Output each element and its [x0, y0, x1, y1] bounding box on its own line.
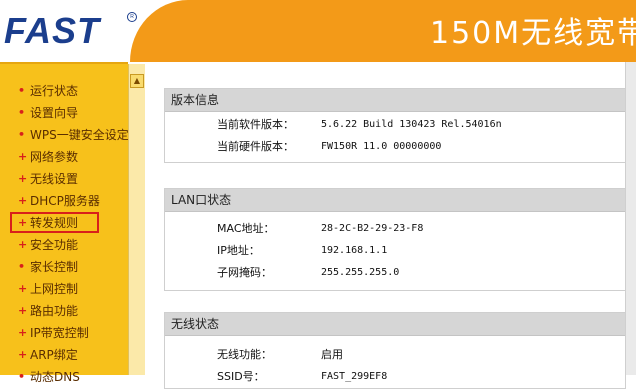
header: FAST R 150M无线宽带路由器 — [0, 0, 636, 62]
row-label: IP地址： — [217, 244, 260, 257]
bullet-icon: • — [18, 84, 26, 97]
plus-icon: + — [18, 216, 28, 229]
sidebar-item-network[interactable]: + 网络参数 — [0, 146, 128, 168]
sidebar-item-label: 设置向导 — [30, 106, 79, 120]
row-label: 当前硬件版本： — [217, 140, 294, 153]
wireless-function-row: 无线功能： 启用 — [165, 344, 625, 366]
bullet-icon: • — [18, 370, 26, 383]
sidebar-item-routing[interactable]: + 路由功能 — [0, 300, 128, 322]
main-content: 版本信息 当前软件版本： 5.6.22 Build 130423 Rel.540… — [146, 62, 636, 389]
row-label: MAC地址： — [217, 222, 275, 235]
subnet-row: 子网掩码： 255.255.255.0 — [165, 262, 625, 284]
bullet-icon: • — [18, 128, 26, 141]
ip-row: IP地址： 192.168.1.1 — [165, 240, 625, 262]
sidebar-item-wps[interactable]: • WPS一键安全设定 — [0, 124, 129, 146]
ssid-row: SSID号： FAST_299EF8 — [165, 366, 625, 388]
sidebar-item-wizard[interactable]: • 设置向导 — [0, 102, 128, 124]
sidebar-item-dhcp[interactable]: + DHCP服务器 — [0, 190, 128, 212]
banner-title: 150M无线宽带路由器 — [430, 16, 636, 51]
sidebar-item-label: IP带宽控制 — [30, 326, 89, 340]
sidebar-item-ddns[interactable]: • 动态DNS — [0, 366, 128, 388]
lan-panel: LAN口状态 MAC地址： 28-2C-B2-29-23-F8 IP地址： 19… — [164, 188, 626, 291]
ssid-value: FAST_299EF8 — [321, 371, 388, 382]
main-scrollbar[interactable] — [625, 62, 636, 375]
sidebar-item-label: 无线设置 — [30, 172, 79, 186]
sidebar-item-bandwidth[interactable]: + IP带宽控制 — [0, 322, 128, 344]
row-label: 子网掩码： — [217, 266, 272, 279]
plus-icon: + — [18, 238, 28, 251]
sidebar-item-label: 运行状态 — [30, 84, 79, 98]
sidebar-item-label: ARP绑定 — [30, 348, 78, 362]
wireless-panel: 无线状态 无线功能： 启用 SSID号： FAST_299EF8 — [164, 312, 626, 389]
sidebar-item-label: WPS一键安全设定 — [30, 128, 129, 142]
sidebar-item-label: 路由功能 — [30, 304, 79, 318]
row-label: SSID号： — [217, 370, 265, 383]
sidebar-item-label: DHCP服务器 — [30, 194, 100, 208]
plus-icon: + — [18, 150, 28, 163]
scroll-up-arrow-icon[interactable]: ▲ — [130, 74, 144, 88]
plus-icon: + — [18, 304, 28, 317]
sidebar-item-forwarding[interactable]: + 转发规则 — [0, 212, 128, 234]
sidebar-scrollbar[interactable]: ▲ — [128, 64, 145, 375]
plus-icon: + — [18, 348, 28, 361]
subnet-value: 255.255.255.0 — [321, 267, 400, 278]
sidebar-item-label: 动态DNS — [30, 370, 80, 384]
bullet-icon: • — [18, 260, 26, 273]
plus-icon: + — [18, 326, 28, 339]
ip-value: 192.168.1.1 — [321, 245, 388, 256]
sidebar-item-status[interactable]: • 运行状态 — [0, 80, 128, 102]
sidebar-item-label: 家长控制 — [30, 260, 79, 274]
sidebar-item-label: 上网控制 — [30, 282, 79, 296]
sidebar-item-access-control[interactable]: + 上网控制 — [0, 278, 128, 300]
software-version-row: 当前软件版本： 5.6.22 Build 130423 Rel.54016n — [165, 114, 625, 136]
sidebar-item-label: 安全功能 — [30, 238, 79, 252]
registered-mark: R — [127, 12, 137, 22]
banner: 150M无线宽带路由器 — [130, 0, 636, 62]
panel-title: 无线状态 — [165, 313, 625, 336]
wireless-function-value: 启用 — [321, 348, 343, 361]
plus-icon: + — [18, 194, 28, 207]
row-label: 无线功能： — [217, 348, 272, 361]
hardware-version-value: FW150R 11.0 00000000 — [321, 141, 442, 152]
plus-icon: + — [18, 282, 28, 295]
sidebar-item-security[interactable]: + 安全功能 — [0, 234, 128, 256]
plus-icon: + — [18, 172, 28, 185]
version-panel: 版本信息 当前软件版本： 5.6.22 Build 130423 Rel.540… — [164, 88, 626, 163]
sidebar-item-parental[interactable]: • 家长控制 — [0, 256, 128, 278]
mac-value: 28-2C-B2-29-23-F8 — [321, 223, 424, 234]
sidebar-nav: • 运行状态 • 设置向导 • WPS一键安全设定 + 网络参数 + 无线设置 + DHCP… — [0, 62, 129, 384]
mac-row: MAC地址： 28-2C-B2-29-23-F8 — [165, 218, 625, 240]
sidebar-item-label: 网络参数 — [30, 150, 79, 164]
row-label: 当前软件版本： — [217, 118, 294, 131]
brand-logo: FAST — [4, 10, 101, 51]
nav-list: • 运行状态 • 设置向导 • WPS一键安全设定 + 网络参数 + 无线设置 + DHCP… — [0, 80, 129, 388]
hardware-version-row: 当前硬件版本： FW150R 11.0 00000000 — [165, 136, 625, 158]
software-version-value: 5.6.22 Build 130423 Rel.54016n — [321, 119, 502, 130]
sidebar-item-arp[interactable]: + ARP绑定 — [0, 344, 128, 366]
sidebar-item-wireless[interactable]: + 无线设置 — [0, 168, 128, 190]
sidebar-item-label: 转发规则 — [30, 216, 79, 230]
panel-title: LAN口状态 — [165, 189, 625, 212]
bullet-icon: • — [18, 106, 26, 119]
panel-title: 版本信息 — [165, 89, 625, 112]
